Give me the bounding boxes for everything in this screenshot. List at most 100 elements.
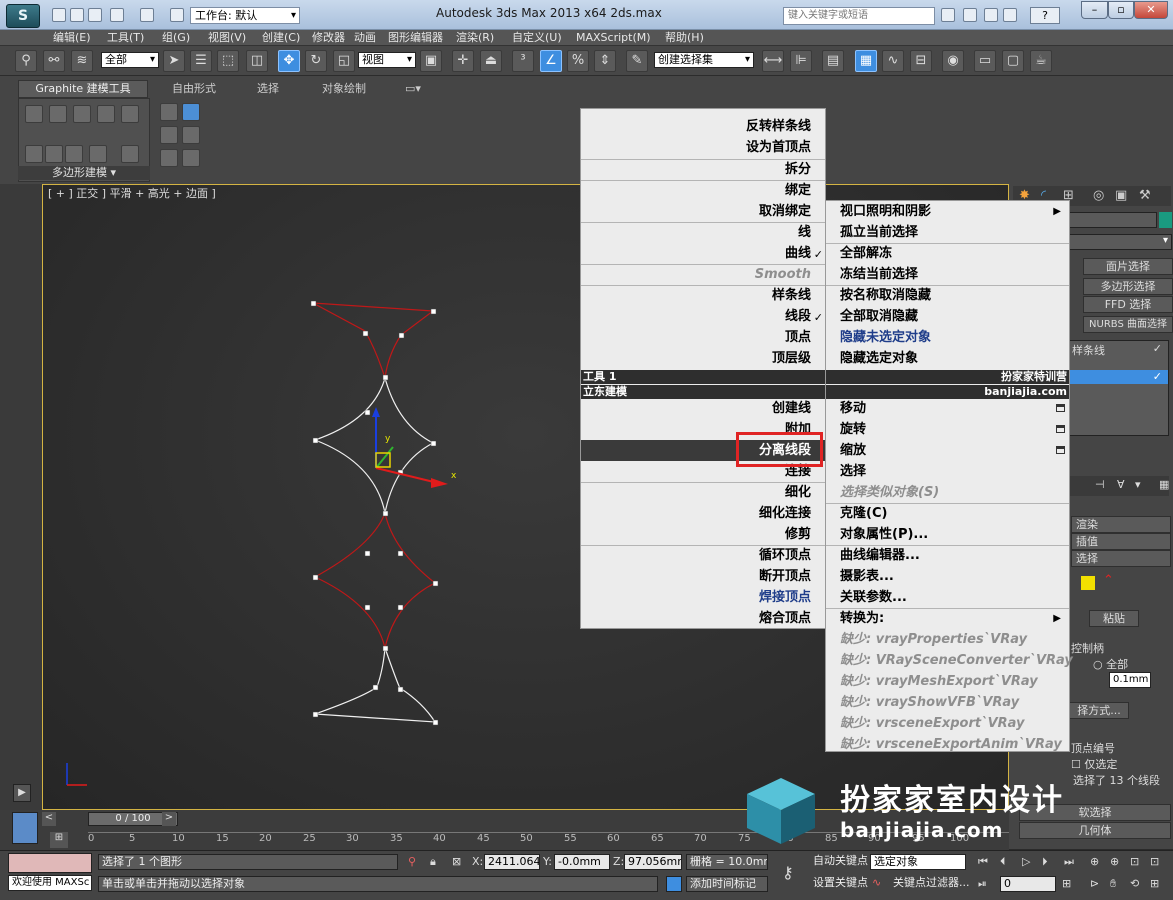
schematic-view-icon[interactable]: ⊟ <box>910 50 932 72</box>
zoom-extents-all-icon[interactable]: ⊡ <box>1150 855 1159 868</box>
unlink-icon[interactable]: ⚯ <box>43 50 65 72</box>
menu-item-rotate[interactable]: 旋转 <box>840 419 866 440</box>
menu-item-trim[interactable]: 修剪 <box>785 524 811 545</box>
binoculars-icon[interactable] <box>941 8 955 22</box>
menu-help[interactable]: 帮助(H) <box>665 30 704 46</box>
options-box-icon[interactable] <box>1056 446 1065 454</box>
goto-end-icon[interactable]: ⏭ <box>1064 855 1074 869</box>
key-filters-button[interactable]: 关键点过滤器... <box>890 876 970 892</box>
menu-item-isolate[interactable]: 孤立当前选择 <box>840 222 918 243</box>
save-file-icon[interactable] <box>88 8 102 22</box>
menu-rendering[interactable]: 渲染(R) <box>456 30 494 46</box>
link-icon[interactable]: ⚲ <box>15 50 37 72</box>
motion-tab-icon[interactable]: ◎ <box>1093 188 1104 203</box>
object-name-field[interactable] <box>1069 212 1157 228</box>
prev-frame-icon[interactable]: ⏴ <box>1000 855 1006 869</box>
modifier-list-select[interactable]: ▾ <box>1069 234 1172 250</box>
key-mode-icon[interactable]: ⏯ <box>978 877 987 891</box>
ribbon-tool-icon[interactable] <box>182 149 200 167</box>
snap-3d-icon[interactable]: ³ <box>512 50 534 72</box>
edit-named-sel-icon[interactable]: ✎ <box>626 50 648 72</box>
menu-graph-editors[interactable]: 图形编辑器 <box>388 30 443 46</box>
stack-check-icon[interactable]: ✓ <box>1153 342 1162 355</box>
menu-item-divide[interactable]: 拆分 <box>785 159 811 180</box>
menu-item-unhide-by-name[interactable]: 按名称取消隐藏 <box>840 285 931 306</box>
all-radio[interactable]: ○ 全部 <box>1093 656 1128 672</box>
stack-item-segment[interactable]: ✓ <box>1068 370 1168 384</box>
menu-item-cycle-vertex[interactable]: 循环顶点 <box>759 545 811 566</box>
select-object-icon[interactable]: ➤ <box>163 50 185 72</box>
absolute-mode-icon[interactable]: ⊠ <box>452 855 461 868</box>
x-coord-field[interactable]: 2411.064m <box>484 854 540 870</box>
tab-object-paint[interactable]: 对象绘制 <box>322 81 366 97</box>
set-key-button[interactable]: 设置关键点 <box>810 876 868 892</box>
menu-item-break-vertex[interactable]: 断开顶点 <box>759 566 811 587</box>
close-comm-icon[interactable] <box>984 8 998 22</box>
menu-item-refine[interactable]: 细化 <box>785 482 811 503</box>
new-file-icon[interactable] <box>52 8 66 22</box>
open-file-icon[interactable] <box>70 8 84 22</box>
ribbon-tool-icon[interactable] <box>73 105 91 123</box>
paste-button[interactable]: 粘贴 <box>1089 610 1139 627</box>
zoom-extents-icon[interactable]: ⊡ <box>1130 855 1139 868</box>
ribbon-tool-icon[interactable] <box>121 105 139 123</box>
project-folder-icon[interactable] <box>170 8 184 22</box>
graphite-toggle-icon[interactable]: ▦ <box>855 50 877 72</box>
menu-item-spline[interactable]: 样条线 <box>772 285 811 306</box>
key-curve-icon[interactable]: ∿ <box>872 876 881 889</box>
ribbon-tool-icon[interactable] <box>89 145 107 163</box>
ribbon-options-icon[interactable]: ▭▾ <box>405 81 421 97</box>
menu-item-make-first[interactable]: 设为首顶点 <box>746 137 811 158</box>
pin-stack-icon[interactable]: ⊣ <box>1095 478 1105 491</box>
close-button[interactable]: ✕ <box>1134 1 1168 19</box>
menu-tools[interactable]: 工具(T) <box>107 30 144 46</box>
rendered-frame-icon[interactable]: ▢ <box>1002 50 1024 72</box>
percent-snap-icon[interactable]: % <box>567 50 589 72</box>
time-config-icon[interactable]: ⊞ <box>1062 877 1071 890</box>
menu-item-hide-selection[interactable]: 隐藏选定对象 <box>840 348 918 369</box>
menu-group[interactable]: 组(G) <box>162 30 190 46</box>
bind-spacewarp-icon[interactable]: ≋ <box>71 50 93 72</box>
menu-modifiers[interactable]: 修改器 <box>312 30 345 46</box>
add-time-tag[interactable]: 添加时间标记 <box>686 876 768 892</box>
menu-item-scale[interactable]: 缩放 <box>840 440 866 461</box>
rollout-interpolation[interactable]: 插值 <box>1071 533 1171 550</box>
poly-select-button[interactable]: 多边形选择 <box>1083 278 1173 295</box>
menu-view[interactable]: 视图(V) <box>208 30 246 46</box>
z-coord-field[interactable]: 97.056mm <box>624 854 682 870</box>
minimize-button[interactable]: – <box>1081 1 1108 19</box>
mirror-icon[interactable]: ⟷ <box>762 50 784 72</box>
next-frame-icon[interactable]: ⏵ <box>1042 855 1048 869</box>
key-icon[interactable]: ⚷ <box>782 863 794 882</box>
segment-level-icon[interactable] <box>1081 576 1095 590</box>
stack-item-spline[interactable]: 样条线 <box>1072 342 1105 358</box>
ribbon-tool-icon[interactable] <box>65 145 83 163</box>
ribbon-tool-icon[interactable] <box>182 126 200 144</box>
field-of-view-icon[interactable]: ⊳ <box>1090 877 1099 890</box>
menu-customize[interactable]: 自定义(U) <box>512 30 562 46</box>
ribbon-panel-label[interactable]: 多边形建模 ▾ <box>18 166 150 180</box>
y-coord-field[interactable]: -0.0mm <box>554 854 610 870</box>
object-color-swatch[interactable] <box>1159 212 1172 228</box>
menu-item-unfreeze-all[interactable]: 全部解冻 <box>840 243 892 264</box>
rotate-icon[interactable]: ↻ <box>305 50 327 72</box>
scale-icon[interactable]: ◱ <box>333 50 355 72</box>
menu-item-fuse-vertex[interactable]: 熔合顶点 <box>759 608 811 629</box>
menu-item-unhide-all[interactable]: 全部取消隐藏 <box>840 306 918 327</box>
align-icon[interactable]: ⊫ <box>790 50 812 72</box>
only-selected-checkbox[interactable]: ☐ 仅选定 <box>1071 756 1117 772</box>
menu-item-wire-params[interactable]: 关联参数... <box>840 587 907 608</box>
current-frame-field[interactable]: 0 <box>1000 876 1056 892</box>
menu-item-object-properties[interactable]: 对象属性(P)... <box>840 524 928 545</box>
ribbon-tool-icon[interactable] <box>182 103 200 121</box>
mini-listener-icon[interactable] <box>12 812 38 844</box>
auto-key-button[interactable]: 自动关键点 <box>810 854 868 870</box>
menu-edit[interactable]: 编辑(E) <box>53 30 91 46</box>
select-by-name-icon[interactable]: ☰ <box>190 50 212 72</box>
modifier-stack[interactable]: 样条线 ✓ ✓ <box>1067 340 1169 436</box>
tab-selection[interactable]: 选择 <box>257 81 279 97</box>
zoom-all-icon[interactable]: ⊕ <box>1110 855 1119 868</box>
menu-item-create-line[interactable]: 创建线 <box>772 398 811 419</box>
ribbon-tool-icon[interactable] <box>25 145 43 163</box>
menu-item-weld-vertex[interactable]: 焊接顶点 <box>759 587 811 608</box>
